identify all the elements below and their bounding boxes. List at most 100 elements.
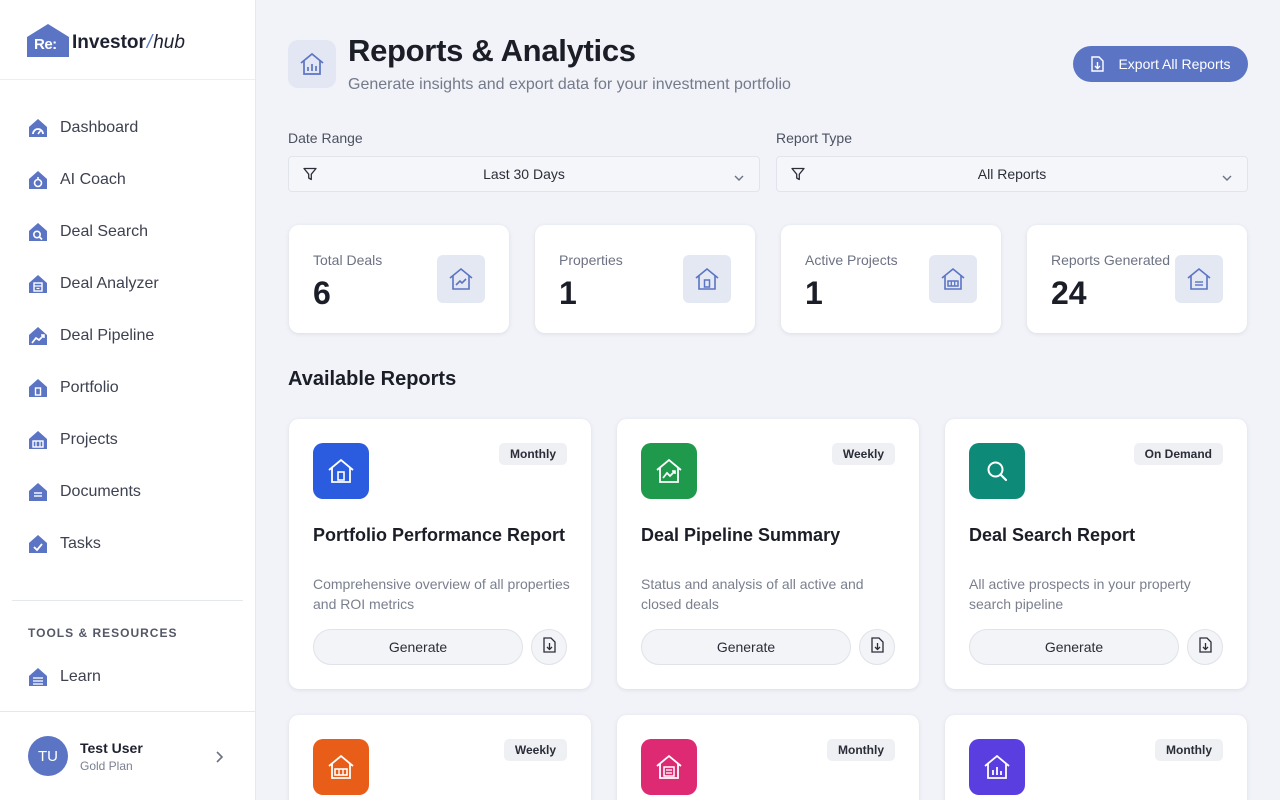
user-menu[interactable]: TU Test User Gold Plan (0, 711, 256, 800)
stat-value: 1 (805, 275, 823, 311)
generate-button[interactable]: Generate (969, 629, 1179, 665)
sidebar-divider (12, 600, 243, 601)
date-range-select[interactable]: Last 30 Days (288, 156, 760, 192)
report-card-deal-pipeline-summary: Weekly Deal Pipeline Summary Status and … (617, 419, 919, 689)
report-card-6: Monthly (945, 715, 1247, 800)
stat-label: Properties (559, 252, 623, 268)
report-type-select[interactable]: All Reports (776, 156, 1248, 192)
sidebar-item-tasks[interactable]: Tasks (0, 518, 256, 570)
search-icon (969, 443, 1025, 499)
date-range-label: Date Range (288, 130, 363, 146)
generate-button[interactable]: Generate (641, 629, 851, 665)
logo-house-icon: Re: (26, 23, 70, 57)
brand-name: Investor/hub (72, 31, 185, 53)
tasks-house-icon (28, 534, 48, 554)
sidebar-nav: Dashboard AI Coach Deal Search Deal Anal… (0, 102, 256, 570)
portfolio-house-icon (313, 443, 369, 499)
sidebar-item-label: Portfolio (60, 379, 119, 396)
sidebar-item-label: Dashboard (60, 119, 139, 136)
sidebar-item-deal-pipeline[interactable]: Deal Pipeline (0, 310, 256, 362)
page-subtitle: Generate insights and export data for yo… (348, 76, 791, 93)
sidebar-item-label: Documents (60, 483, 141, 500)
chevron-right-icon (214, 750, 224, 768)
stat-label: Total Deals (313, 252, 383, 268)
report-title: Deal Search Report (969, 525, 1136, 545)
frequency-badge: Monthly (827, 739, 895, 761)
projects-house-icon (313, 739, 369, 795)
brand-prefix: Re: (34, 35, 57, 53)
sidebar-item-dashboard[interactable]: Dashboard (0, 102, 256, 154)
chart-house-icon (969, 739, 1025, 795)
frequency-badge: Weekly (503, 739, 567, 761)
chart-house-icon (288, 40, 336, 88)
stat-label: Reports Generated (1051, 252, 1171, 268)
report-card-4: Weekly (289, 715, 591, 800)
user-info: Test User Gold Plan (80, 740, 143, 773)
sidebar-item-documents[interactable]: Documents (0, 466, 256, 518)
download-button[interactable] (859, 629, 895, 665)
date-range-value: Last 30 Days (483, 166, 565, 182)
user-plan: Gold Plan (80, 758, 133, 773)
stat-card-total-deals: Total Deals 6 (289, 225, 509, 333)
main-content: Reports & Analytics Generate insights an… (256, 0, 1280, 800)
sidebar-item-learn[interactable]: Learn (0, 651, 256, 703)
export-label: Export All Reports (1118, 56, 1231, 72)
stat-value: 6 (313, 275, 331, 311)
file-download-icon (1090, 56, 1105, 72)
search-house-icon (28, 222, 48, 242)
section-title-tools: TOOLS & RESOURCES (28, 626, 178, 640)
download-button[interactable] (1187, 629, 1223, 665)
sidebar-item-label: Deal Pipeline (60, 327, 155, 344)
sidebar-item-label: Learn (60, 668, 101, 685)
report-title: Portfolio Performance Report (313, 525, 566, 545)
chevron-down-icon (1221, 169, 1233, 187)
brand-logo[interactable]: Re: Investor/hub (0, 0, 255, 80)
file-download-icon (542, 636, 556, 658)
ai-house-icon (28, 170, 48, 190)
filter-icon (791, 167, 805, 186)
sidebar-learn: Learn (0, 651, 256, 703)
stat-card-properties: Properties 1 (535, 225, 755, 333)
sidebar: Re: Investor/hub Dashboard AI Coach Deal… (0, 0, 256, 800)
report-card-5: Monthly (617, 715, 919, 800)
report-card-deal-search: On Demand Deal Search Report All active … (945, 419, 1247, 689)
sidebar-item-ai-coach[interactable]: AI Coach (0, 154, 256, 206)
generate-button[interactable]: Generate (313, 629, 523, 665)
report-card-portfolio-performance: Monthly Portfolio Performance Report Com… (289, 419, 591, 689)
property-house-icon (683, 255, 731, 303)
stat-value: 24 (1051, 275, 1087, 311)
sidebar-item-label: AI Coach (60, 171, 126, 188)
sidebar-item-deal-search[interactable]: Deal Search (0, 206, 256, 258)
report-title: Deal Pipeline Summary (641, 525, 841, 545)
export-all-reports-button[interactable]: Export All Reports (1073, 46, 1248, 82)
stat-label: Active Projects (805, 252, 898, 268)
filter-icon (303, 167, 317, 186)
calculator-house-icon (28, 274, 48, 294)
documents-house-icon (28, 482, 48, 502)
frequency-badge: On Demand (1133, 443, 1223, 465)
download-button[interactable] (531, 629, 567, 665)
report-type-value: All Reports (977, 166, 1047, 182)
chevron-down-icon (733, 169, 745, 187)
file-download-icon (1198, 636, 1212, 658)
trend-house-icon (28, 326, 48, 346)
gauge-house-icon (28, 118, 48, 138)
avatar: TU (28, 736, 68, 776)
trend-house-icon (437, 255, 485, 303)
sidebar-item-label: Deal Analyzer (60, 275, 159, 292)
file-download-icon (870, 636, 884, 658)
sidebar-item-label: Tasks (60, 535, 101, 552)
projects-house-icon (929, 255, 977, 303)
sidebar-item-label: Deal Search (60, 223, 149, 240)
sidebar-item-portfolio[interactable]: Portfolio (0, 362, 256, 414)
frequency-badge: Weekly (831, 443, 895, 465)
sidebar-item-deal-analyzer[interactable]: Deal Analyzer (0, 258, 256, 310)
report-type-label: Report Type (776, 130, 853, 146)
trend-house-icon (641, 443, 697, 499)
report-description: Comprehensive overview of all properties… (313, 576, 570, 612)
sidebar-item-projects[interactable]: Projects (0, 414, 256, 466)
projects-house-icon (28, 430, 48, 450)
stat-card-reports-generated: Reports Generated 24 (1027, 225, 1247, 333)
document-house-icon (641, 739, 697, 795)
report-description: Status and analysis of all active and cl… (641, 576, 864, 612)
